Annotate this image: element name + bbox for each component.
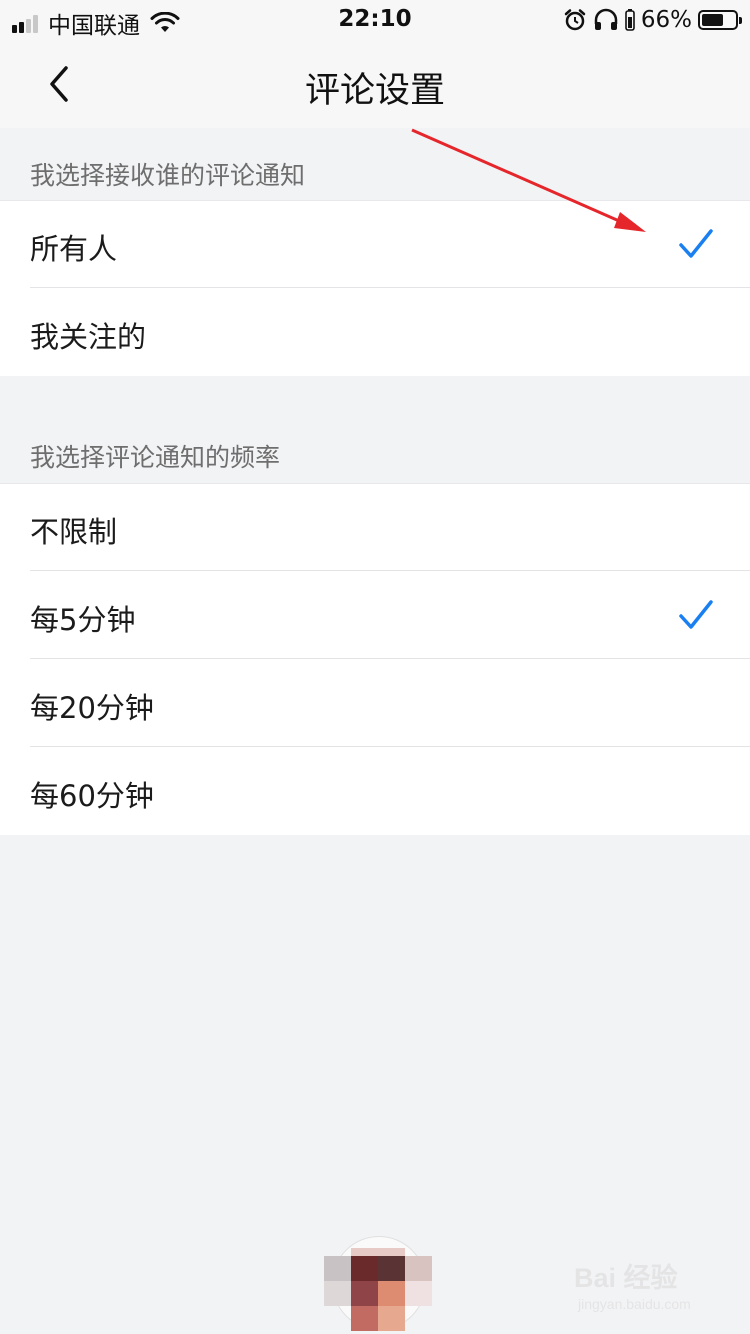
battery-vertical-icon (625, 9, 635, 31)
status-right: 66% (563, 7, 742, 33)
recipients-group: 所有人 我关注的 (0, 200, 750, 376)
option-every-5-min[interactable]: 每5分钟 (0, 571, 750, 659)
option-everyone[interactable]: 所有人 (0, 200, 750, 288)
option-label: 每20分钟 (30, 691, 154, 725)
avatar[interactable] (324, 1236, 432, 1334)
frequency-group: 不限制 每5分钟 每20分钟 每60分钟 (0, 483, 750, 835)
option-label: 每60分钟 (30, 779, 154, 813)
battery-icon (698, 10, 742, 30)
headphones-icon (594, 8, 618, 30)
section-header-frequency: 我选择评论通知的频率 (30, 443, 281, 472)
section-header-recipients: 我选择接收谁的评论通知 (30, 161, 306, 190)
battery-percent: 66% (640, 7, 692, 33)
option-label: 不限制 (30, 515, 118, 549)
option-label: 所有人 (30, 232, 118, 266)
alarm-icon (564, 9, 586, 31)
option-following[interactable]: 我关注的 (0, 288, 750, 376)
option-every-60-min[interactable]: 每60分钟 (0, 747, 750, 835)
page-title: 评论设置 (304, 71, 445, 111)
checkmark-icon (679, 600, 713, 629)
checkmark-icon (679, 229, 713, 258)
divider (0, 200, 750, 201)
status-bar: 中国联通 22:10 66% (0, 0, 750, 40)
option-every-20-min[interactable]: 每20分钟 (0, 659, 750, 747)
option-unlimited[interactable]: 不限制 (0, 483, 750, 571)
divider (0, 483, 750, 484)
option-label: 每5分钟 (30, 603, 136, 637)
nav-bar: 评论设置 (0, 40, 750, 128)
watermark: Bai 经验 jingyan.baidu.com (574, 1250, 714, 1320)
watermark-brand: Bai 经验 (574, 1263, 678, 1293)
option-label: 我关注的 (30, 320, 147, 354)
watermark-url: jingyan.baidu.com (578, 1296, 691, 1312)
